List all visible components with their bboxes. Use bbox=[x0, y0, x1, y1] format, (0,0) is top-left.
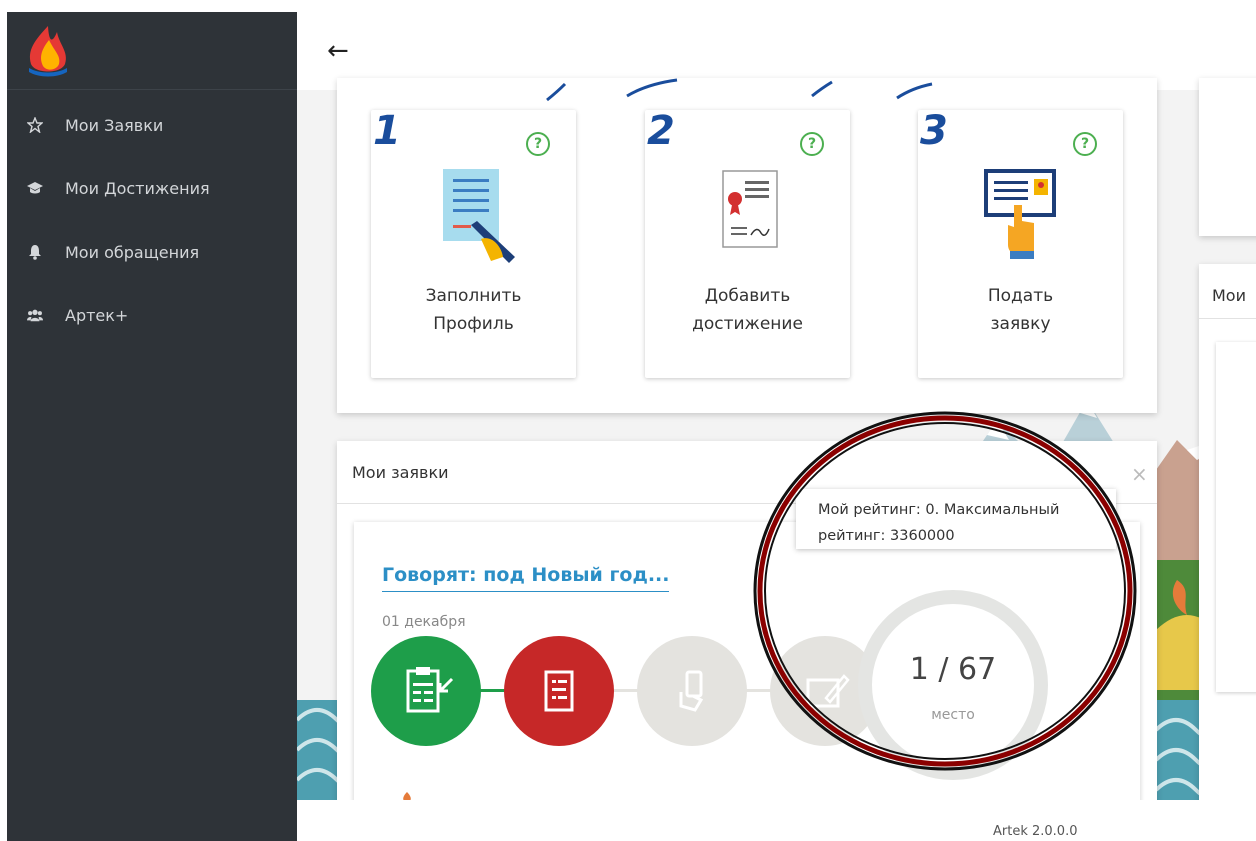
sidebar-item-label: Мои Заявки bbox=[65, 115, 164, 135]
document-list-icon bbox=[544, 670, 574, 712]
back-arrow-button[interactable]: ← bbox=[327, 38, 349, 64]
hand-phone-icon bbox=[679, 670, 704, 712]
sidebar-item-label: Мои обращения bbox=[65, 242, 200, 262]
bell-icon bbox=[27, 244, 43, 260]
step-label: Подать заявку bbox=[987, 286, 1054, 334]
step-number: 3 bbox=[920, 108, 948, 154]
flame-logo-icon[interactable] bbox=[23, 22, 73, 82]
step-number: 2 bbox=[647, 108, 675, 154]
sidebar-item-my-requests[interactable]: Мои обращения bbox=[7, 232, 297, 272]
sidebar-item-artek-plus[interactable]: Артек+ bbox=[7, 295, 297, 335]
step-number: 1 bbox=[373, 108, 401, 154]
sidebar-item-label: Артек+ bbox=[65, 305, 129, 325]
sidebar-item-my-achievements[interactable]: Мои Достижения bbox=[7, 168, 297, 208]
application-date: 01 декабря bbox=[382, 614, 466, 630]
application-title-link[interactable]: Говорят: под Новый год... bbox=[382, 564, 670, 592]
star-icon bbox=[27, 117, 43, 133]
help-icon[interactable]: ? bbox=[526, 132, 550, 156]
annotation-ellipse bbox=[753, 411, 1137, 771]
users-icon bbox=[27, 307, 43, 323]
stage-review[interactable] bbox=[504, 636, 614, 746]
form-document-icon bbox=[443, 169, 515, 263]
footer bbox=[297, 800, 1256, 841]
sidebar: Мои Заявки Мои Достижения Мои обращения … bbox=[7, 12, 297, 841]
sidebar-item-my-applications[interactable]: Мои Заявки bbox=[7, 105, 297, 145]
right-inner-card bbox=[1216, 342, 1256, 692]
certificate-icon bbox=[722, 170, 778, 248]
help-icon[interactable]: ? bbox=[1073, 132, 1097, 156]
clipboard-check-icon bbox=[406, 667, 454, 713]
stage-confirmation bbox=[637, 636, 747, 746]
applications-panel-title: Мои заявки bbox=[352, 463, 449, 482]
sidebar-divider bbox=[7, 89, 297, 90]
step-label: Заполнить Профиль bbox=[425, 286, 522, 334]
right-top-card bbox=[1199, 78, 1256, 236]
sidebar-item-label: Мои Достижения bbox=[65, 178, 210, 198]
version-label: Artek 2.0.0.0 bbox=[993, 824, 1078, 839]
help-icon[interactable]: ? bbox=[800, 132, 824, 156]
right-panel: Мои bbox=[1199, 264, 1256, 824]
graduation-cap-icon bbox=[27, 180, 43, 196]
step-card-fill-profile[interactable]: 1 ? Заполнить Профиль bbox=[371, 108, 576, 378]
step-label: Добавить достижение bbox=[692, 286, 803, 334]
decorative-strokes bbox=[546, 78, 933, 102]
stage-application-filled[interactable] bbox=[371, 636, 481, 746]
divider bbox=[1199, 318, 1256, 319]
step-card-add-achievement[interactable]: 2 ? Добавить достижение bbox=[645, 108, 850, 378]
step-card-submit-application[interactable]: 3 ? Подать заявку bbox=[918, 108, 1123, 378]
hand-pointing-at-card-icon bbox=[984, 169, 1056, 259]
right-panel-title: Мои bbox=[1212, 286, 1246, 305]
